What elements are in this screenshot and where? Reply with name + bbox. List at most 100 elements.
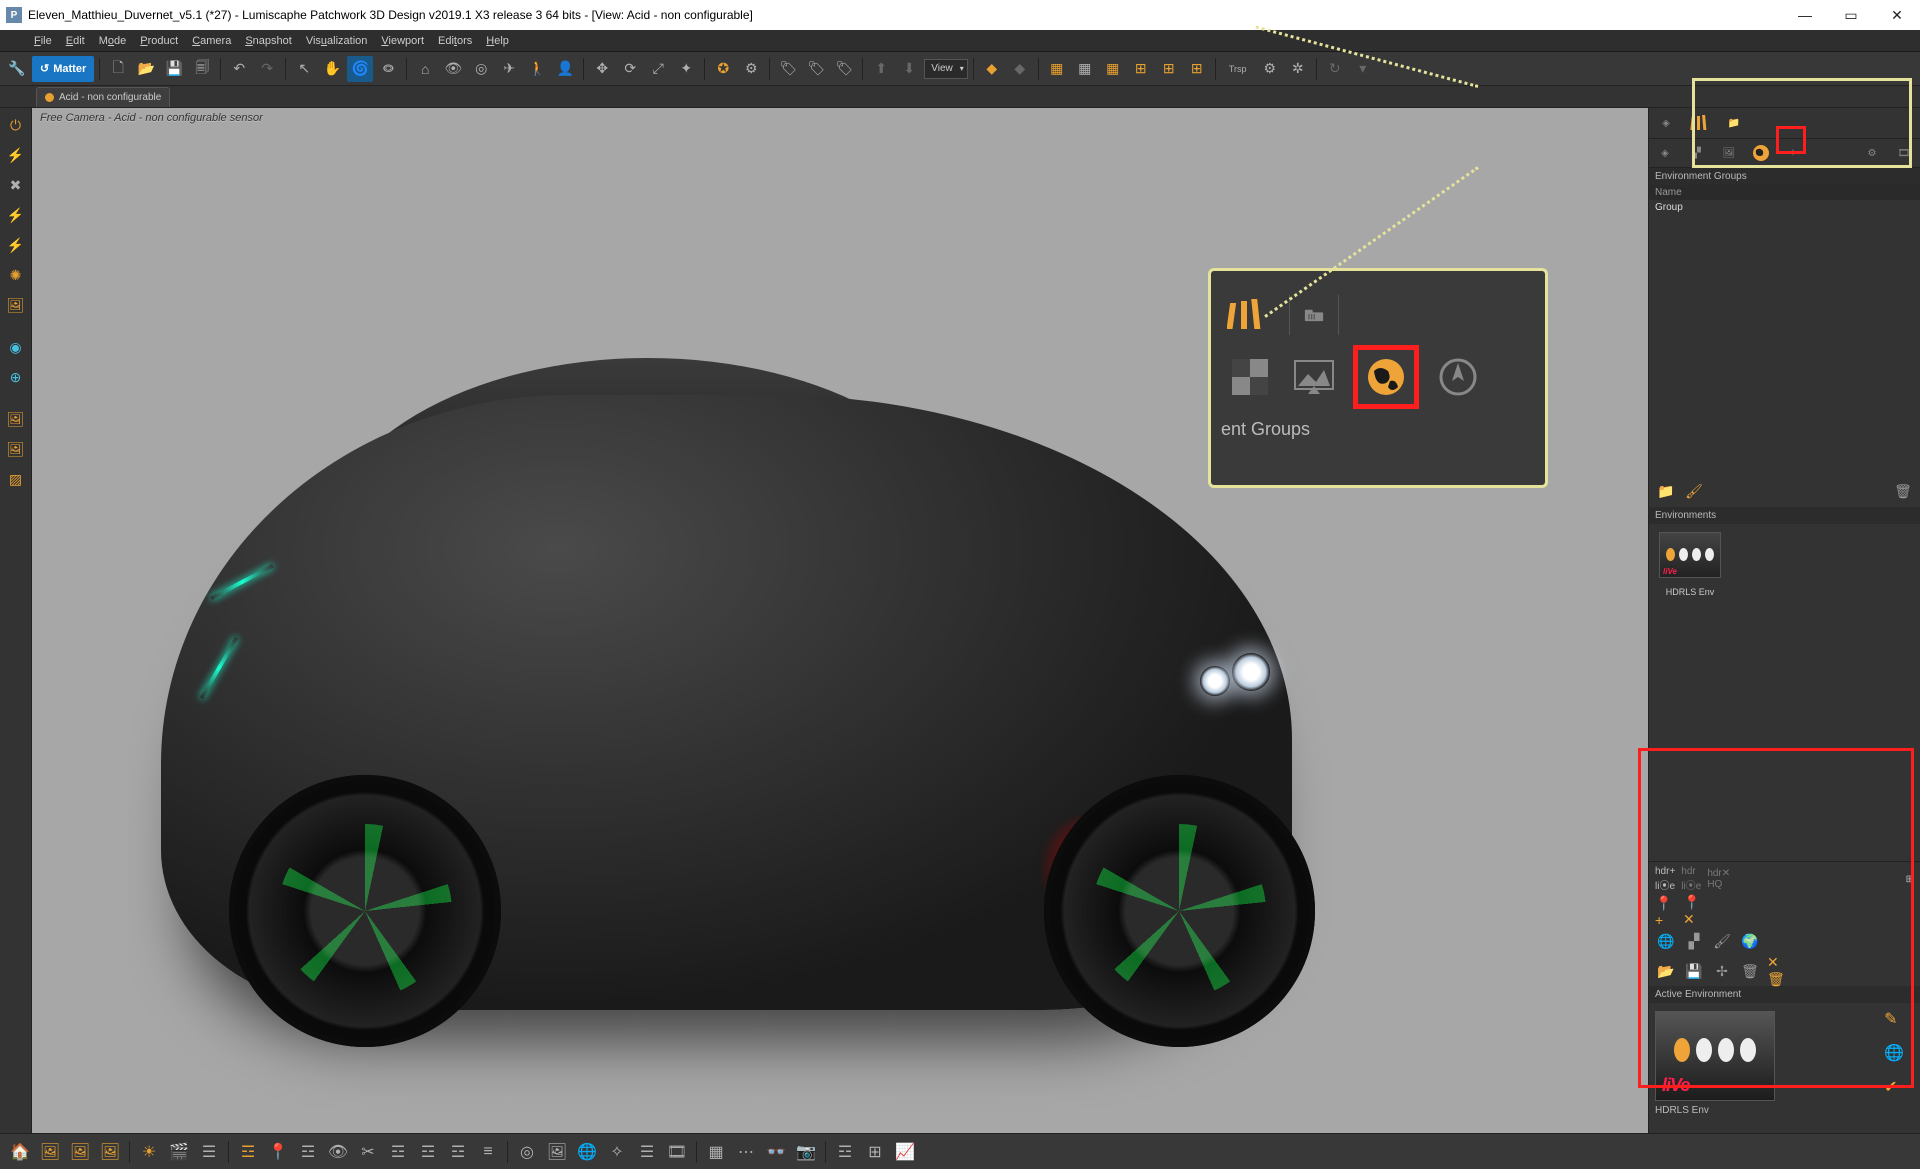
pin-remove-icon[interactable]: 📍✕ [1683,900,1705,922]
matter-mode-button[interactable]: ↺ Matter [32,56,94,82]
pan-hand-icon[interactable]: ✋ [319,56,345,82]
pencil-icon[interactable]: ✎ [1884,1009,1904,1029]
bt-pic-small-icon[interactable]: 🖼 [543,1138,571,1166]
spark-x-icon[interactable]: ✖ [3,172,29,198]
bt-layers2-icon[interactable]: ☲ [294,1138,322,1166]
bt-picture-a-icon[interactable]: 🖼 [36,1138,64,1166]
bt-layers-icon[interactable]: ☲ [234,1138,262,1166]
bt-film-icon[interactable]: 🎞 [663,1138,691,1166]
tag-minus-icon[interactable]: 🏷 [831,56,857,82]
menu-editors[interactable]: Editors [432,33,478,49]
gear-small-icon[interactable]: ⚙ [738,56,764,82]
save-small-icon[interactable]: 💾 [1683,960,1705,982]
bt-picture-b-icon[interactable]: 🖼 [66,1138,94,1166]
picture-a-icon[interactable]: 🖼 [3,292,29,318]
rotate-gizmo-icon[interactable]: ⟳ [617,56,643,82]
bt-sun-icon[interactable]: ☀ [135,1138,163,1166]
tag-plus-icon[interactable]: 🏷 [803,56,829,82]
camera-walk-icon[interactable]: 🚶 [524,56,550,82]
menu-viewport[interactable]: Viewport [375,33,430,49]
rp-cat-texture[interactable]: 🖼 [1713,139,1745,167]
bt-graph-icon[interactable]: 📈 [891,1138,919,1166]
save-all-icon[interactable]: 🗐 [189,56,215,82]
diamond-nav-icon[interactable]: ◆ [979,56,1005,82]
camera-target-icon[interactable]: ◎ [468,56,494,82]
menu-snapshot[interactable]: Snapshot [239,33,298,49]
tag-icon[interactable]: 🏷 [775,56,801,82]
spark-a-icon[interactable]: ⚡ [3,142,29,168]
brush-icon[interactable]: 🖌 [1683,481,1705,503]
bt-stackz-icon[interactable]: ☲ [444,1138,472,1166]
cross-a-icon[interactable]: ✢ [1711,960,1733,982]
bt-globe-icon[interactable]: 🌐 [573,1138,601,1166]
bt-grid-sm-icon[interactable]: ▦ [702,1138,730,1166]
menu-help[interactable]: Help [480,33,515,49]
bt-target-icon[interactable]: ◎ [513,1138,541,1166]
bt-clapper-icon[interactable]: 🎬 [165,1138,193,1166]
open-folder-icon[interactable]: 📂 [133,56,159,82]
minimize-button[interactable]: — [1782,0,1828,30]
spark-c-icon[interactable]: ⚡ [3,232,29,258]
rp-cat-film[interactable]: 🎞 [1888,139,1920,167]
assign-down-icon[interactable]: ⬇ [896,56,922,82]
globe-spin-icon[interactable]: 🌍 [1739,930,1761,952]
open-folder-small-icon[interactable]: 📂 [1655,960,1677,982]
axis-z-icon[interactable]: ⊞ [1184,56,1210,82]
bt-misc-a-icon[interactable]: ☲ [831,1138,859,1166]
bt-glasses-icon[interactable]: 👓 [762,1138,790,1166]
maximize-button[interactable]: ▭ [1828,0,1874,30]
redo-icon[interactable]: ↷ [254,56,280,82]
delete-group-icon[interactable]: 🗑 [1892,481,1914,503]
add-folder-icon[interactable]: 📁 [1655,481,1677,503]
axis-y-icon[interactable]: ⊞ [1156,56,1182,82]
menu-mode[interactable]: Mode [93,33,133,49]
settings-gear3-icon[interactable]: ✲ [1285,56,1311,82]
new-file-icon[interactable]: 🗋 [105,56,131,82]
bt-compass2-icon[interactable]: ✧ [603,1138,631,1166]
rp-cat-gear[interactable]: ⚙ [1856,139,1888,167]
eye-toggle-icon[interactable]: ◉ [3,334,29,360]
rp-tab-eye[interactable]: ◈ [1649,108,1683,138]
scale-gizmo-icon[interactable]: ⤢ [645,56,671,82]
bt-stack-a-icon[interactable]: ☰ [195,1138,223,1166]
bt-pin-stack-icon[interactable]: 📍 [264,1138,292,1166]
rp-cat-checker[interactable]: ▞ [1681,139,1713,167]
globe-side-icon[interactable]: 🌐 [1884,1043,1904,1063]
env-group-row[interactable]: Group [1649,200,1920,215]
menu-visualization[interactable]: Visualization [300,33,374,49]
gizmo-free-icon[interactable]: ✦ [673,56,699,82]
power-icon[interactable]: ⏻ [3,112,29,138]
spark-b-icon[interactable]: ⚡ [3,202,29,228]
bt-picture-gear-icon[interactable]: 🖼 [96,1138,124,1166]
brush-small-icon[interactable]: 🖌 [1711,930,1733,952]
bt-stack-b-icon[interactable]: ☰ [633,1138,661,1166]
pin-add-icon[interactable]: 📍+ [1655,900,1677,922]
settings-gear2-icon[interactable]: ⚙ [1257,56,1283,82]
trash-x-icon[interactable]: ✕🗑 [1767,960,1789,982]
save-icon[interactable]: 💾 [161,56,187,82]
rp-cat-compass[interactable]: ✧ [1777,139,1809,167]
hdr-hq-icon[interactable]: hdr✕HQ [1707,868,1730,890]
effect-a-icon[interactable]: ✪ [710,56,736,82]
assign-up-icon[interactable]: ⬆ [868,56,894,82]
diamond-dim-icon[interactable]: ◆ [1007,56,1033,82]
bt-misc-b-icon[interactable]: ⊞ [861,1138,889,1166]
refresh-icon[interactable]: ↻ [1322,56,1348,82]
bt-stacky-icon[interactable]: ☲ [414,1138,442,1166]
menu-file[interactable]: File [28,33,58,49]
orbit-icon[interactable]: 🌀 [347,56,373,82]
axis-x-icon[interactable]: ⊞ [1128,56,1154,82]
hdr-live-plus-icon[interactable]: hdr+li⦿e [1655,866,1675,892]
glow-icon[interactable]: ✺ [3,262,29,288]
picture-b-icon[interactable]: 🖼 [3,406,29,432]
grid-b-icon[interactable]: ▦ [1072,56,1098,82]
picture-dashed-icon[interactable]: ▨ [3,466,29,492]
bt-seq-icon[interactable]: ⋯ [732,1138,760,1166]
camera-fly-icon[interactable]: ✈ [496,56,522,82]
move-gizmo-icon[interactable]: ✥ [589,56,615,82]
camera-head-icon[interactable]: 👤 [552,56,578,82]
orbit-constrained-icon[interactable]: ⭖ [375,56,401,82]
wrench-icon[interactable]: 🔧 [4,56,30,82]
rp-cat-globe[interactable] [1745,139,1777,167]
eye-add-icon[interactable]: ⊕ [3,364,29,390]
